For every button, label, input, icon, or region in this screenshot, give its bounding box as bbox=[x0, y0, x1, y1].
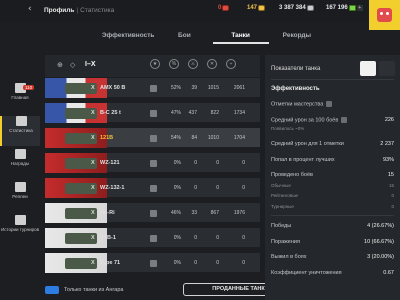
defeats-label: Поражения bbox=[271, 239, 300, 245]
tank-row[interactable]: X Ho-Ri 46% 33 867 1976 bbox=[45, 203, 260, 223]
replay-icon bbox=[14, 182, 26, 192]
page-subtitle: Статистика bbox=[80, 7, 115, 14]
regular-label: Обычные bbox=[271, 183, 291, 188]
damage-column-icon[interactable]: ✕ bbox=[207, 59, 217, 69]
top-percent-label: Попал в процент лучших bbox=[271, 157, 335, 163]
sidebar: Главная 110 Статистика Награды Реплеи Ис… bbox=[0, 80, 40, 245]
back-button[interactable]: ‹ bbox=[28, 4, 32, 14]
avg-damage-100-sub: Появилось ~0% bbox=[271, 126, 305, 131]
type-filter-icon[interactable]: ◇ bbox=[70, 61, 75, 69]
silver-icon bbox=[306, 5, 314, 11]
hangar-only-label: Только танки из Ангара bbox=[64, 287, 124, 293]
red-counter[interactable]: 0 bbox=[218, 5, 230, 11]
avg-damage-100-label: Средний урон за 100 боёв bbox=[271, 117, 348, 123]
gold-icon bbox=[258, 5, 266, 11]
battles-column-icon[interactable]: ⚔ bbox=[188, 59, 198, 69]
gold-counter[interactable]: 147 bbox=[247, 5, 266, 11]
top-percent-value: 93% bbox=[382, 157, 394, 163]
sort-icon[interactable] bbox=[379, 61, 395, 76]
sidebar-item-replays[interactable]: Реплеи bbox=[0, 182, 40, 212]
table-header: ⊕ ◇ I–X ★ % ⚔ ✕ ÷ bbox=[45, 55, 260, 77]
sidebar-item-stats[interactable]: Статистика bbox=[0, 116, 40, 146]
info-icon[interactable] bbox=[341, 117, 348, 123]
tournament-value: 0 bbox=[391, 204, 394, 209]
add-icon[interactable]: + bbox=[356, 5, 363, 11]
mastery-icon bbox=[150, 235, 157, 242]
tier-filter[interactable]: I–X bbox=[85, 61, 96, 68]
wins-value: 4 (26.67%) bbox=[367, 223, 394, 229]
mastery-label: Отметки мастерства bbox=[271, 101, 333, 107]
tank-row[interactable]: X B-C 25 t 47% 437 822 1734 bbox=[45, 103, 260, 123]
sidebar-item-home[interactable]: Главная 110 bbox=[0, 83, 40, 113]
nation-filter-icon[interactable]: ⊕ bbox=[57, 61, 63, 69]
tab-battles[interactable]: Бои bbox=[156, 28, 212, 44]
tank-row[interactable]: X STB-1 0% 0 0 0 bbox=[45, 228, 260, 248]
mastery-icon bbox=[150, 110, 157, 117]
tank-row[interactable]: X Type 71 0% 0 0 0 bbox=[45, 253, 260, 273]
mastery-icon bbox=[150, 210, 157, 217]
hangar-only-toggle[interactable] bbox=[45, 286, 59, 294]
tab-records[interactable]: Рекорды bbox=[269, 28, 325, 44]
awards-icon bbox=[14, 149, 26, 159]
trophy-icon bbox=[14, 215, 26, 225]
tank-row-selected[interactable]: X 121B 54% 84 1010 1704 bbox=[45, 128, 260, 148]
sidebar-item-tournaments[interactable]: Истории турниров bbox=[0, 215, 40, 245]
tank-row[interactable]: X WZ-121 0% 0 0 0 bbox=[45, 153, 260, 173]
sidebar-item-awards[interactable]: Награды bbox=[0, 149, 40, 179]
tournament-label: Турнирные bbox=[271, 204, 294, 209]
top-bar: ‹ Профиль | Статистика 0 147 3 387 384 167… bbox=[0, 0, 400, 22]
tank-row[interactable]: X WZ-132-1 0% 0 0 0 bbox=[45, 178, 260, 198]
notification-badge: 110 bbox=[23, 85, 35, 90]
breadcrumb: Профиль | Статистика bbox=[44, 7, 115, 14]
avg-damage-100-value: 226 bbox=[384, 117, 394, 123]
survived-label: Выжил в боях bbox=[271, 254, 307, 260]
mastery-icon bbox=[150, 160, 157, 167]
wins-label: Победы bbox=[271, 223, 292, 229]
section-efficiency: Эффективность bbox=[271, 86, 320, 92]
free-xp-icon bbox=[348, 5, 356, 11]
kills-column-icon[interactable]: ÷ bbox=[226, 59, 236, 69]
tab-efficiency[interactable]: Эффективность bbox=[100, 28, 156, 44]
mastery-icon bbox=[150, 260, 157, 267]
kill-ratio-label: Коэффициент уничтожения bbox=[271, 270, 342, 276]
kill-ratio-value: 0.67 bbox=[383, 270, 394, 276]
rating-label: Рейтинговые bbox=[271, 193, 299, 198]
mastery-icon bbox=[150, 185, 157, 192]
tank-stats-panel: Показатели танка Эффективность Отметки м… bbox=[265, 55, 400, 300]
tank-row[interactable]: X AMX 50 B 52% 39 1015 2061 bbox=[45, 78, 260, 98]
mastery-column-icon[interactable]: ★ bbox=[150, 59, 160, 69]
avg-damage-mark-label: Средний урон для 1 отметки bbox=[271, 141, 344, 147]
battles-played-label: Проведено боёв bbox=[271, 172, 313, 178]
info-icon[interactable] bbox=[326, 101, 333, 107]
free-xp-counter[interactable]: 167 196 + bbox=[326, 5, 363, 11]
filter-icon[interactable] bbox=[360, 61, 376, 76]
panel-title: Показатели танка bbox=[271, 66, 321, 72]
red-currency-icon bbox=[222, 5, 230, 11]
mascot-icon bbox=[377, 8, 392, 22]
mastery-icon bbox=[150, 85, 157, 92]
rating-value: 0 bbox=[391, 193, 394, 198]
battles-played-value: 15 bbox=[387, 172, 394, 178]
tab-tanks[interactable]: Танки bbox=[212, 28, 269, 44]
main-tabs: Эффективность Бои Танки Рекорды bbox=[100, 28, 325, 44]
regular-value: 15 bbox=[388, 183, 394, 188]
mastery-icon bbox=[150, 135, 157, 142]
tank-list[interactable]: X AMX 50 B 52% 39 1015 2061 X B-C 25 t 4… bbox=[45, 78, 260, 280]
page-title: Профиль bbox=[44, 7, 75, 14]
defeats-value: 10 (66.67%) bbox=[364, 239, 394, 245]
silver-counter[interactable]: 3 387 384 bbox=[279, 5, 314, 11]
menu-button[interactable] bbox=[369, 0, 400, 30]
stats-icon bbox=[15, 116, 27, 126]
winrate-column-icon[interactable]: % bbox=[169, 59, 179, 69]
survived-value: 3 (20.00%) bbox=[367, 254, 394, 260]
avg-damage-mark-value: 2 237 bbox=[380, 141, 394, 147]
